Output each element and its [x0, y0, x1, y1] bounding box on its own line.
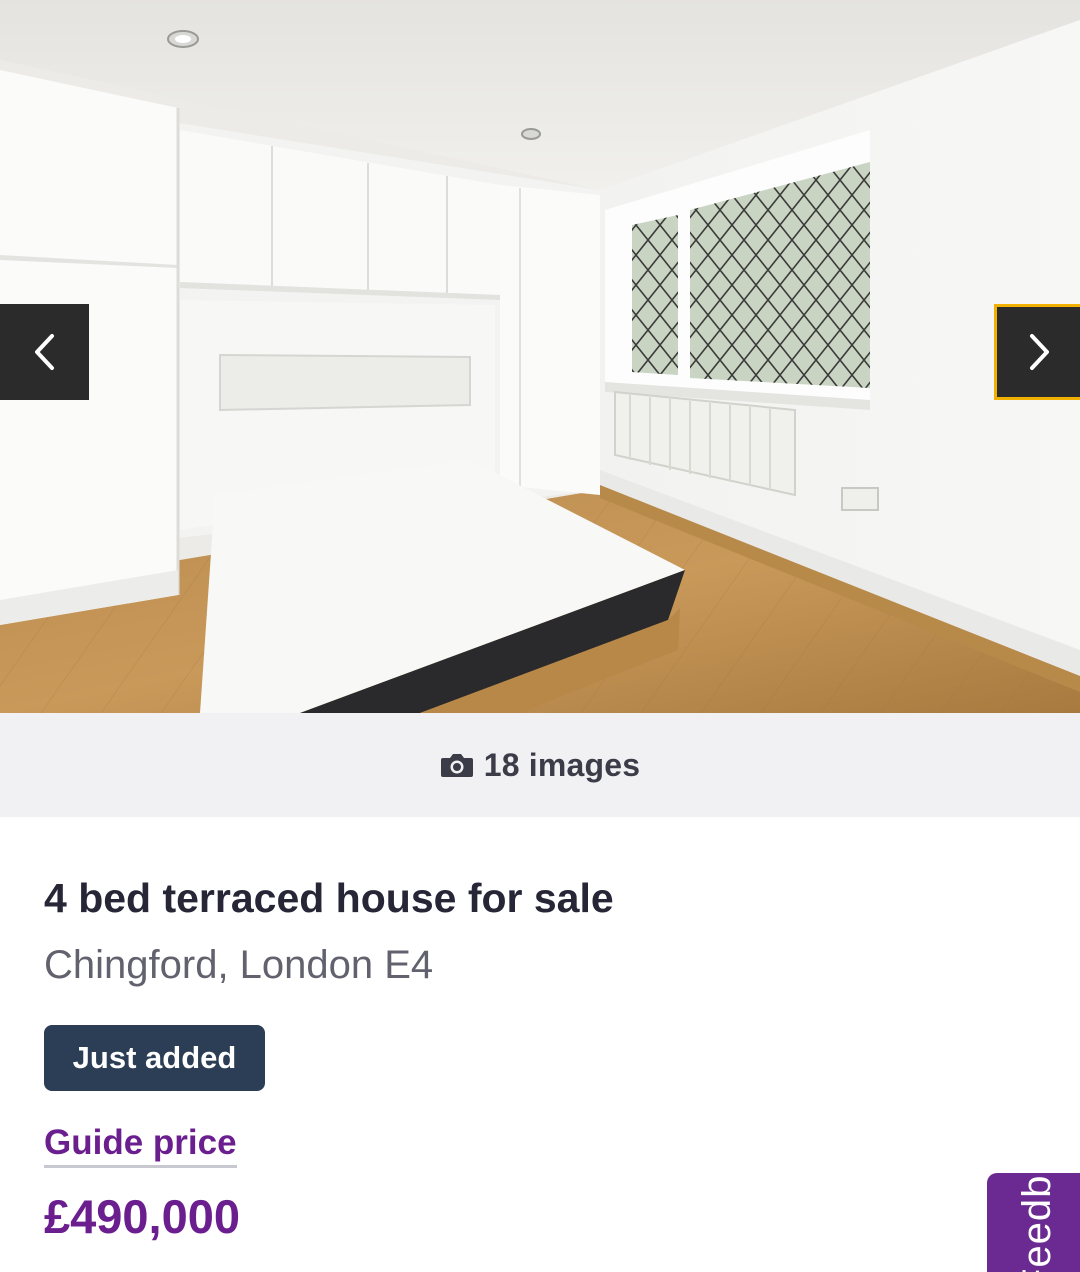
image-count-bar[interactable]: 18 images — [0, 713, 1080, 817]
listing-title: 4 bed terraced house for sale — [44, 875, 614, 921]
feedback-tab-label: Feedback — [1015, 1173, 1059, 1272]
next-image-button[interactable] — [994, 304, 1080, 400]
chevron-left-icon — [34, 334, 54, 370]
property-photo — [0, 0, 1080, 713]
chevron-right-icon — [1029, 334, 1049, 370]
listing-address: Chingford, London E4 — [44, 943, 434, 987]
camera-icon — [440, 754, 473, 777]
feedback-tab[interactable]: Feedback — [987, 1173, 1080, 1272]
image-count-label: 18 images — [483, 746, 641, 783]
status-badge: Just added — [44, 1025, 265, 1091]
property-image-gallery[interactable] — [0, 0, 1080, 713]
listing-price: £490,000 — [44, 1190, 241, 1243]
price-qualifier-link[interactable]: Guide price — [44, 1123, 237, 1168]
previous-image-button[interactable] — [0, 304, 89, 400]
